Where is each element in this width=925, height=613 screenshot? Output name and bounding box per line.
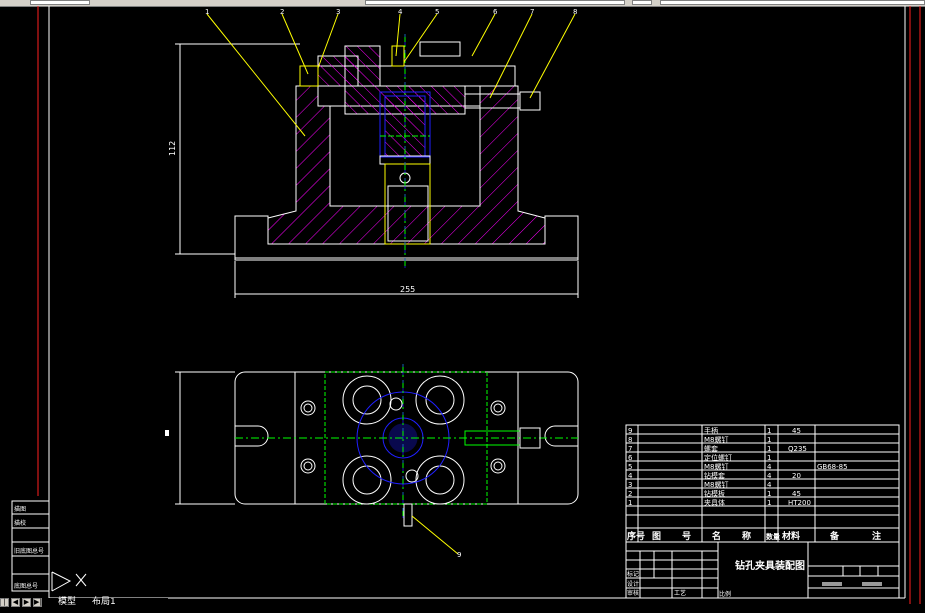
linetype-dropdown[interactable] [660,0,925,5]
svg-text:号: 号 [682,531,691,542]
svg-text:8: 8 [573,8,577,16]
dimension-height: 112 [168,141,177,156]
svg-text:4: 4 [628,472,633,480]
svg-text:名: 名 [712,530,721,542]
tab-last-button[interactable]: ▶| [33,598,42,607]
svg-text:GB68-85: GB68-85 [817,463,848,471]
svg-text:1: 1 [767,490,771,498]
svg-text:4: 4 [398,8,403,16]
svg-text:1: 1 [628,499,632,507]
svg-text:钻模套: 钻模套 [704,471,725,480]
svg-text:1: 1 [767,436,771,444]
left-block-labels: 描图 描校 旧底图总号 底图总号 [14,505,44,590]
layer-dropdown[interactable] [365,0,625,5]
svg-text:7: 7 [530,8,534,16]
svg-text:20: 20 [792,472,801,480]
svg-text:7: 7 [628,445,632,453]
svg-text:工艺: 工艺 [674,589,686,597]
svg-text:9: 9 [628,427,632,435]
svg-text:45: 45 [792,427,801,435]
svg-text:夹具体: 夹具体 [704,498,725,507]
svg-text:M8螺钉: M8螺钉 [704,462,729,471]
left-side-block [11,500,50,592]
svg-text:6: 6 [493,8,498,16]
front-section-view [175,13,579,298]
svg-text:材料: 材料 [781,530,800,542]
svg-text:HT200: HT200 [788,499,811,507]
layout-tabs: 模型 布局1 [48,598,168,607]
callout-labels: 1 2 3 4 5 6 7 8 [205,8,577,16]
tab-next-button[interactable]: ▶ [22,598,31,607]
svg-text:8: 8 [628,436,632,444]
bottom-callout: 9 [457,551,461,559]
svg-text:旧底图总号: 旧底图总号 [14,547,44,555]
svg-text:数量: 数量 [766,532,780,541]
svg-text:4: 4 [767,472,772,480]
svg-text:3: 3 [628,481,632,489]
svg-text:称: 称 [742,530,751,542]
svg-text:定位螺钉: 定位螺钉 [704,453,732,462]
svg-text:3: 3 [336,8,340,16]
bom-table: 9 手柄 1 45 8 M8螺钉 1 7 螺套 1 Q235 6 定位螺钉 1 5 M8螺钉 4 GB68… [625,424,900,543]
svg-text:备: 备 [829,530,840,542]
svg-text:描校: 描校 [14,519,26,527]
drawing-canvas[interactable]: 112 255 1 2 3 4 5 6 7 8 9 9 手柄 1 45 8 M8… [0,6,925,604]
svg-text:M8螺钉: M8螺钉 [704,435,729,444]
toolbar-field[interactable] [30,0,90,5]
svg-text:5: 5 [628,463,632,471]
toolbar-button[interactable] [632,0,652,5]
dimension-width: 255 [400,285,415,294]
svg-text:1: 1 [767,499,771,507]
svg-text:序号: 序号 [627,530,645,542]
svg-text:底图总号: 底图总号 [14,582,38,590]
svg-text:Q235: Q235 [788,445,807,453]
svg-text:标记: 标记 [627,570,639,578]
svg-text:M8螺钉: M8螺钉 [704,480,729,489]
svg-text:1: 1 [767,445,771,453]
svg-text:1: 1 [767,454,771,462]
svg-text:描图: 描图 [14,505,26,513]
svg-text:螺套: 螺套 [704,444,718,453]
sheet-frame [37,6,921,604]
svg-text:审核: 审核 [627,589,639,597]
svg-text:4: 4 [767,481,772,489]
svg-text:1: 1 [205,8,209,16]
svg-text:6: 6 [628,454,633,462]
tab-prev-button[interactable]: ◀ [11,598,20,607]
svg-text:手柄: 手柄 [704,426,718,435]
tab-model[interactable]: 模型 [58,598,76,607]
svg-text:2: 2 [628,490,632,498]
svg-text:5: 5 [435,8,439,16]
tab-layout1[interactable]: 布局1 [92,598,116,607]
svg-text:1: 1 [767,427,771,435]
plan-view [165,364,579,555]
svg-text:钻模板: 钻模板 [704,489,725,498]
title-block-labels: 标记 设计 审核 工艺 比例 [627,570,731,598]
svg-text:设计: 设计 [627,580,639,588]
tab-first-button[interactable]: |◀ [0,598,9,613]
drawing-title: 钻孔夹具装配图 [735,559,805,572]
svg-text:注: 注 [872,530,881,542]
svg-text:2: 2 [280,8,284,16]
svg-text:比例: 比例 [719,590,731,598]
svg-text:45: 45 [792,490,801,498]
svg-text:图: 图 [652,531,661,542]
ucs-icon [51,571,87,592]
svg-text:4: 4 [767,463,772,471]
